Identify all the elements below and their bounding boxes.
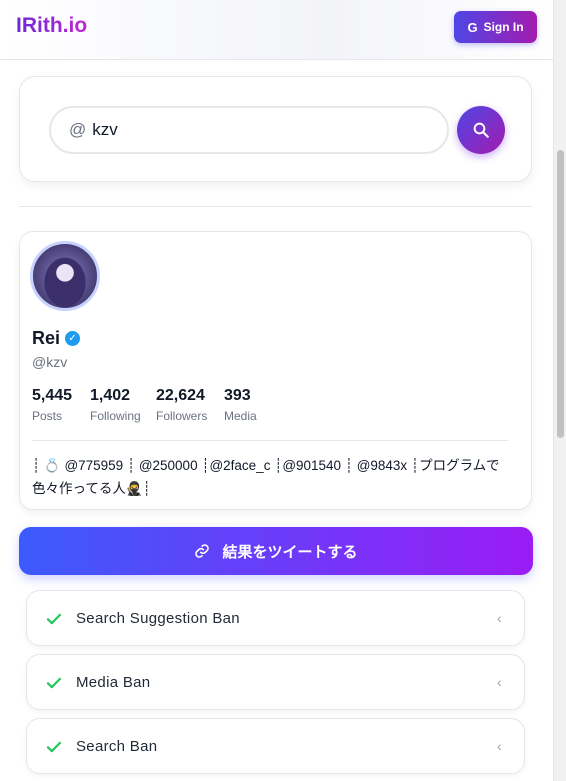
search-input-value: kzv: [92, 120, 118, 139]
sign-in-button[interactable]: G Sign In: [454, 11, 537, 43]
stat-label: Posts: [32, 409, 63, 423]
scrollbar-thumb[interactable]: [557, 150, 564, 438]
search-button[interactable]: [457, 106, 505, 154]
ban-check-label: Search Ban: [76, 737, 158, 755]
chevron-left-icon[interactable]: ‹: [497, 738, 502, 754]
top-header: IRith.io G Sign In: [0, 0, 553, 60]
stat-posts: 5,445 Posts: [32, 387, 72, 423]
check-icon: [46, 613, 62, 625]
stat-value: 5,445: [32, 387, 73, 404]
tweet-result-label: 結果をツイートする: [222, 543, 358, 561]
stat-following: 1,402 Following: [90, 387, 141, 423]
search-card: @ kzv: [19, 76, 532, 182]
profile-name: Rei: [32, 328, 61, 348]
avatar: [30, 241, 100, 311]
ban-check-label: Search Suggestion Ban: [76, 609, 240, 627]
section-divider: [19, 206, 532, 207]
profile-bio: ┊ 💍 @775959 ┊ @250000 ┊@2face_c ┊@901540…: [32, 458, 500, 496]
username-search-input[interactable]: @ kzv: [49, 106, 449, 154]
stat-value: 22,624: [156, 387, 205, 404]
google-icon: G: [467, 19, 478, 35]
vertical-scrollbar[interactable]: [553, 0, 566, 781]
profile-handle: @kzv: [32, 354, 68, 370]
stat-label: Following: [90, 409, 141, 423]
ban-check-label: Media Ban: [76, 673, 151, 691]
ban-check-media[interactable]: Media Ban ‹: [26, 654, 525, 710]
stat-value: 393: [224, 387, 251, 404]
check-icon: [46, 677, 62, 689]
sign-in-label: Sign In: [483, 20, 524, 34]
stat-followers: 22,624 Followers: [156, 387, 207, 423]
tweet-result-button[interactable]: 結果をツイートする: [19, 527, 533, 575]
link-icon: [195, 544, 210, 558]
chevron-left-icon[interactable]: ‹: [497, 674, 502, 690]
at-prefix: @: [69, 120, 87, 139]
stat-media: 393 Media: [224, 387, 257, 423]
site-logo[interactable]: IRith.io: [16, 14, 87, 38]
stat-label: Media: [224, 409, 257, 423]
profile-name-row: Rei ✓: [32, 328, 81, 349]
bio-divider: [32, 440, 508, 441]
chevron-left-icon[interactable]: ‹: [497, 610, 502, 626]
check-icon: [46, 741, 62, 753]
stat-label: Followers: [156, 409, 208, 423]
ban-check-search-suggestion[interactable]: Search Suggestion Ban ‹: [26, 590, 525, 646]
ban-check-search[interactable]: Search Ban ‹: [26, 718, 525, 774]
verified-badge-icon: ✓: [65, 331, 81, 346]
profile-card: Rei ✓ @kzv 5,445 Posts 1,402 Following 2…: [19, 231, 532, 510]
search-icon: [473, 122, 489, 138]
stat-value: 1,402: [90, 387, 131, 404]
